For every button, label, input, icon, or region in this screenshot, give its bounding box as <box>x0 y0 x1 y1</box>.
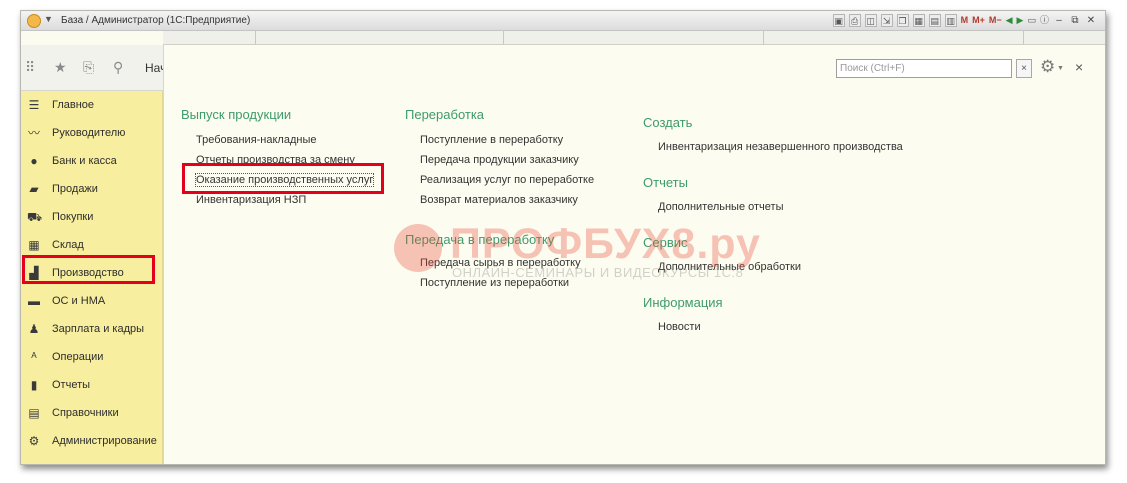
sidebar-item-label: Покупки <box>52 211 94 223</box>
link-requisitions[interactable]: Требования-накладные <box>181 130 373 150</box>
save-icon[interactable]: ▣ <box>832 14 845 27</box>
restore-icon[interactable]: ⧉ <box>1069 14 1081 27</box>
memory-subtract-button[interactable]: M− <box>989 14 1002 27</box>
tab-separator <box>1023 31 1024 45</box>
panel-close-button[interactable]: × <box>1075 59 1083 75</box>
settings-gear-icon[interactable]: ⚙ <box>1040 57 1055 77</box>
app-logo-icon[interactable] <box>27 14 41 28</box>
link-processing-services-sale[interactable]: Реализация услуг по переработке <box>405 170 594 190</box>
section-title: Создать <box>643 115 693 130</box>
watermark-text: ПРОФБУХ8.ру <box>450 220 761 268</box>
sidebar-item-reports[interactable]: ▮ Отчеты <box>21 371 163 399</box>
link-wip-inventory-create[interactable]: Инвентаризация незавершенного производст… <box>643 137 903 157</box>
bag-icon: ▰ <box>29 182 39 196</box>
minimize-icon[interactable]: – <box>1053 14 1065 27</box>
watermark: ПРОФБУХ8.ру ОНЛАЙН-СЕМИНАРЫ И ВИДЕОКУРСЫ… <box>394 220 814 280</box>
sidebar-item-manager[interactable]: 〰 Руководителю <box>21 119 163 147</box>
sidebar-item-payroll[interactable]: ♟ Зарплата и кадры <box>21 315 163 343</box>
app-window: ▼ База / Администратор (1С:Предприятие) … <box>20 10 1106 465</box>
favorites-star-icon[interactable]: ★ <box>54 59 67 75</box>
link-additional-reports[interactable]: Дополнительные отчеты <box>643 197 903 217</box>
sidebar-item-label: Продажи <box>52 183 98 195</box>
section-title: Информация <box>643 295 723 310</box>
calendar-icon[interactable]: ▦ <box>912 14 925 27</box>
sidebar-item-label: Склад <box>52 239 84 251</box>
sidebar-item-administration[interactable]: ⚙ Администрирование <box>21 427 163 455</box>
cart-icon: ⛟ <box>27 210 43 224</box>
sidebar-item-label: Банк и касса <box>52 155 117 167</box>
sidebar-item-label: Зарплата и кадры <box>52 323 145 335</box>
watermark-subtext: ОНЛАЙН-СЕМИНАРЫ И ВИДЕОКУРСЫ 1С:8 <box>452 265 744 280</box>
chevron-down-icon[interactable]: ▼ <box>1057 65 1064 72</box>
link-processing-receipt[interactable]: Поступление в переработку <box>405 130 594 150</box>
sidebar-item-label: Операции <box>52 351 104 363</box>
window-close-icon[interactable]: ✕ <box>1085 14 1097 27</box>
coin-icon: ● <box>30 154 38 168</box>
info-icon[interactable]: ⓘ <box>1040 14 1049 27</box>
operations-icon: ᴬ <box>31 350 37 364</box>
sidebar-item-label: Отчеты <box>52 379 91 391</box>
book-icon: ▤ <box>28 406 40 420</box>
sidebar-item-label: Руководителю <box>52 127 126 139</box>
sidebar-item-operations[interactable]: ᴬ Операции <box>21 343 163 371</box>
search-clear-button[interactable]: × <box>1016 59 1032 78</box>
sidebar-item-fixed-assets[interactable]: ▬ ОС и НМА <box>21 287 163 315</box>
tab-strip <box>163 31 1105 45</box>
chevron-down-icon[interactable]: ▼ <box>44 14 53 24</box>
bar-chart-icon: ▮ <box>30 378 38 392</box>
print-icon[interactable]: ⎙ <box>848 14 861 27</box>
gear-icon: ⚙ <box>28 434 40 448</box>
column-production: Выпуск продукции Требования-накладные От… <box>181 106 375 210</box>
menu-icon: ☰ <box>28 98 40 112</box>
sidebar-item-purchases[interactable]: ⛟ Покупки <box>21 203 163 231</box>
warehouse-icon: ▦ <box>28 238 40 252</box>
section-panel: Поиск (Ctrl+F) × ⚙ ▼ × Выпуск продукции … <box>163 45 1105 464</box>
highlight-frame <box>182 163 384 194</box>
sidebar-item-sales[interactable]: ▰ Продажи <box>21 175 163 203</box>
tab-separator <box>763 31 764 45</box>
sidebar-item-catalogs[interactable]: ▤ Справочники <box>21 399 163 427</box>
copy-icon[interactable]: ❐ <box>896 14 909 27</box>
preview-icon[interactable]: ◫ <box>864 14 877 27</box>
sidebar-item-label: Справочники <box>52 407 119 419</box>
link-product-transfer[interactable]: Передача продукции заказчику <box>405 150 594 170</box>
sidebar-item-main[interactable]: ☰ Главное <box>21 91 163 119</box>
back-arrow-icon[interactable]: ◀ <box>1006 14 1013 27</box>
link-news[interactable]: Новости <box>643 317 903 337</box>
truck-icon: ▬ <box>28 294 40 308</box>
link-materials-return[interactable]: Возврат материалов заказчику <box>405 190 594 210</box>
forward-arrow-icon[interactable]: ▶ <box>1017 14 1024 27</box>
highlight-frame <box>22 255 155 284</box>
section-title: Переработка <box>405 107 485 122</box>
chart-line-icon: 〰 <box>27 126 40 140</box>
calculator-icon[interactable]: ▤ <box>928 14 941 27</box>
section-title: Выпуск продукции <box>181 107 292 122</box>
apps-grid-icon[interactable]: ⠿ <box>25 59 35 75</box>
nav-toolbar: ⠿ ★ ⎘ ⚲ Нач <box>21 45 166 91</box>
tab-separator <box>503 31 504 45</box>
title-bar: ▼ База / Администратор (1С:Предприятие) … <box>21 11 1105 31</box>
sidebar-item-bank[interactable]: ● Банк и касса <box>21 147 163 175</box>
history-icon[interactable]: ⎘ <box>83 59 94 75</box>
tab-separator <box>255 31 256 45</box>
memory-add-button[interactable]: M+ <box>972 14 985 27</box>
sidebar-item-label: ОС и НМА <box>52 295 106 307</box>
title-toolbar: ▣ ⎙ ◫ ⇲ ❐ ▦ ▤ ▥ M M+ M− ◀ ▶ ▭ ⓘ – ⧉ ✕ <box>832 14 1097 27</box>
sidebar-item-label: Администрирование <box>52 435 157 447</box>
monitor-icon[interactable]: ▭ <box>1027 14 1036 27</box>
search-icon[interactable]: ⚲ <box>113 59 123 75</box>
person-icon: ♟ <box>28 322 40 336</box>
table-icon[interactable]: ▥ <box>944 14 957 27</box>
search-input[interactable]: Поиск (Ctrl+F) <box>836 59 1012 78</box>
sidebar-item-label: Главное <box>52 99 95 111</box>
memory-button[interactable]: M <box>961 14 969 27</box>
window-title: База / Администратор (1С:Предприятие) <box>61 15 251 26</box>
link-icon[interactable]: ⇲ <box>880 14 893 27</box>
watermark-logo-icon <box>394 224 442 272</box>
section-title: Отчеты <box>643 175 688 190</box>
